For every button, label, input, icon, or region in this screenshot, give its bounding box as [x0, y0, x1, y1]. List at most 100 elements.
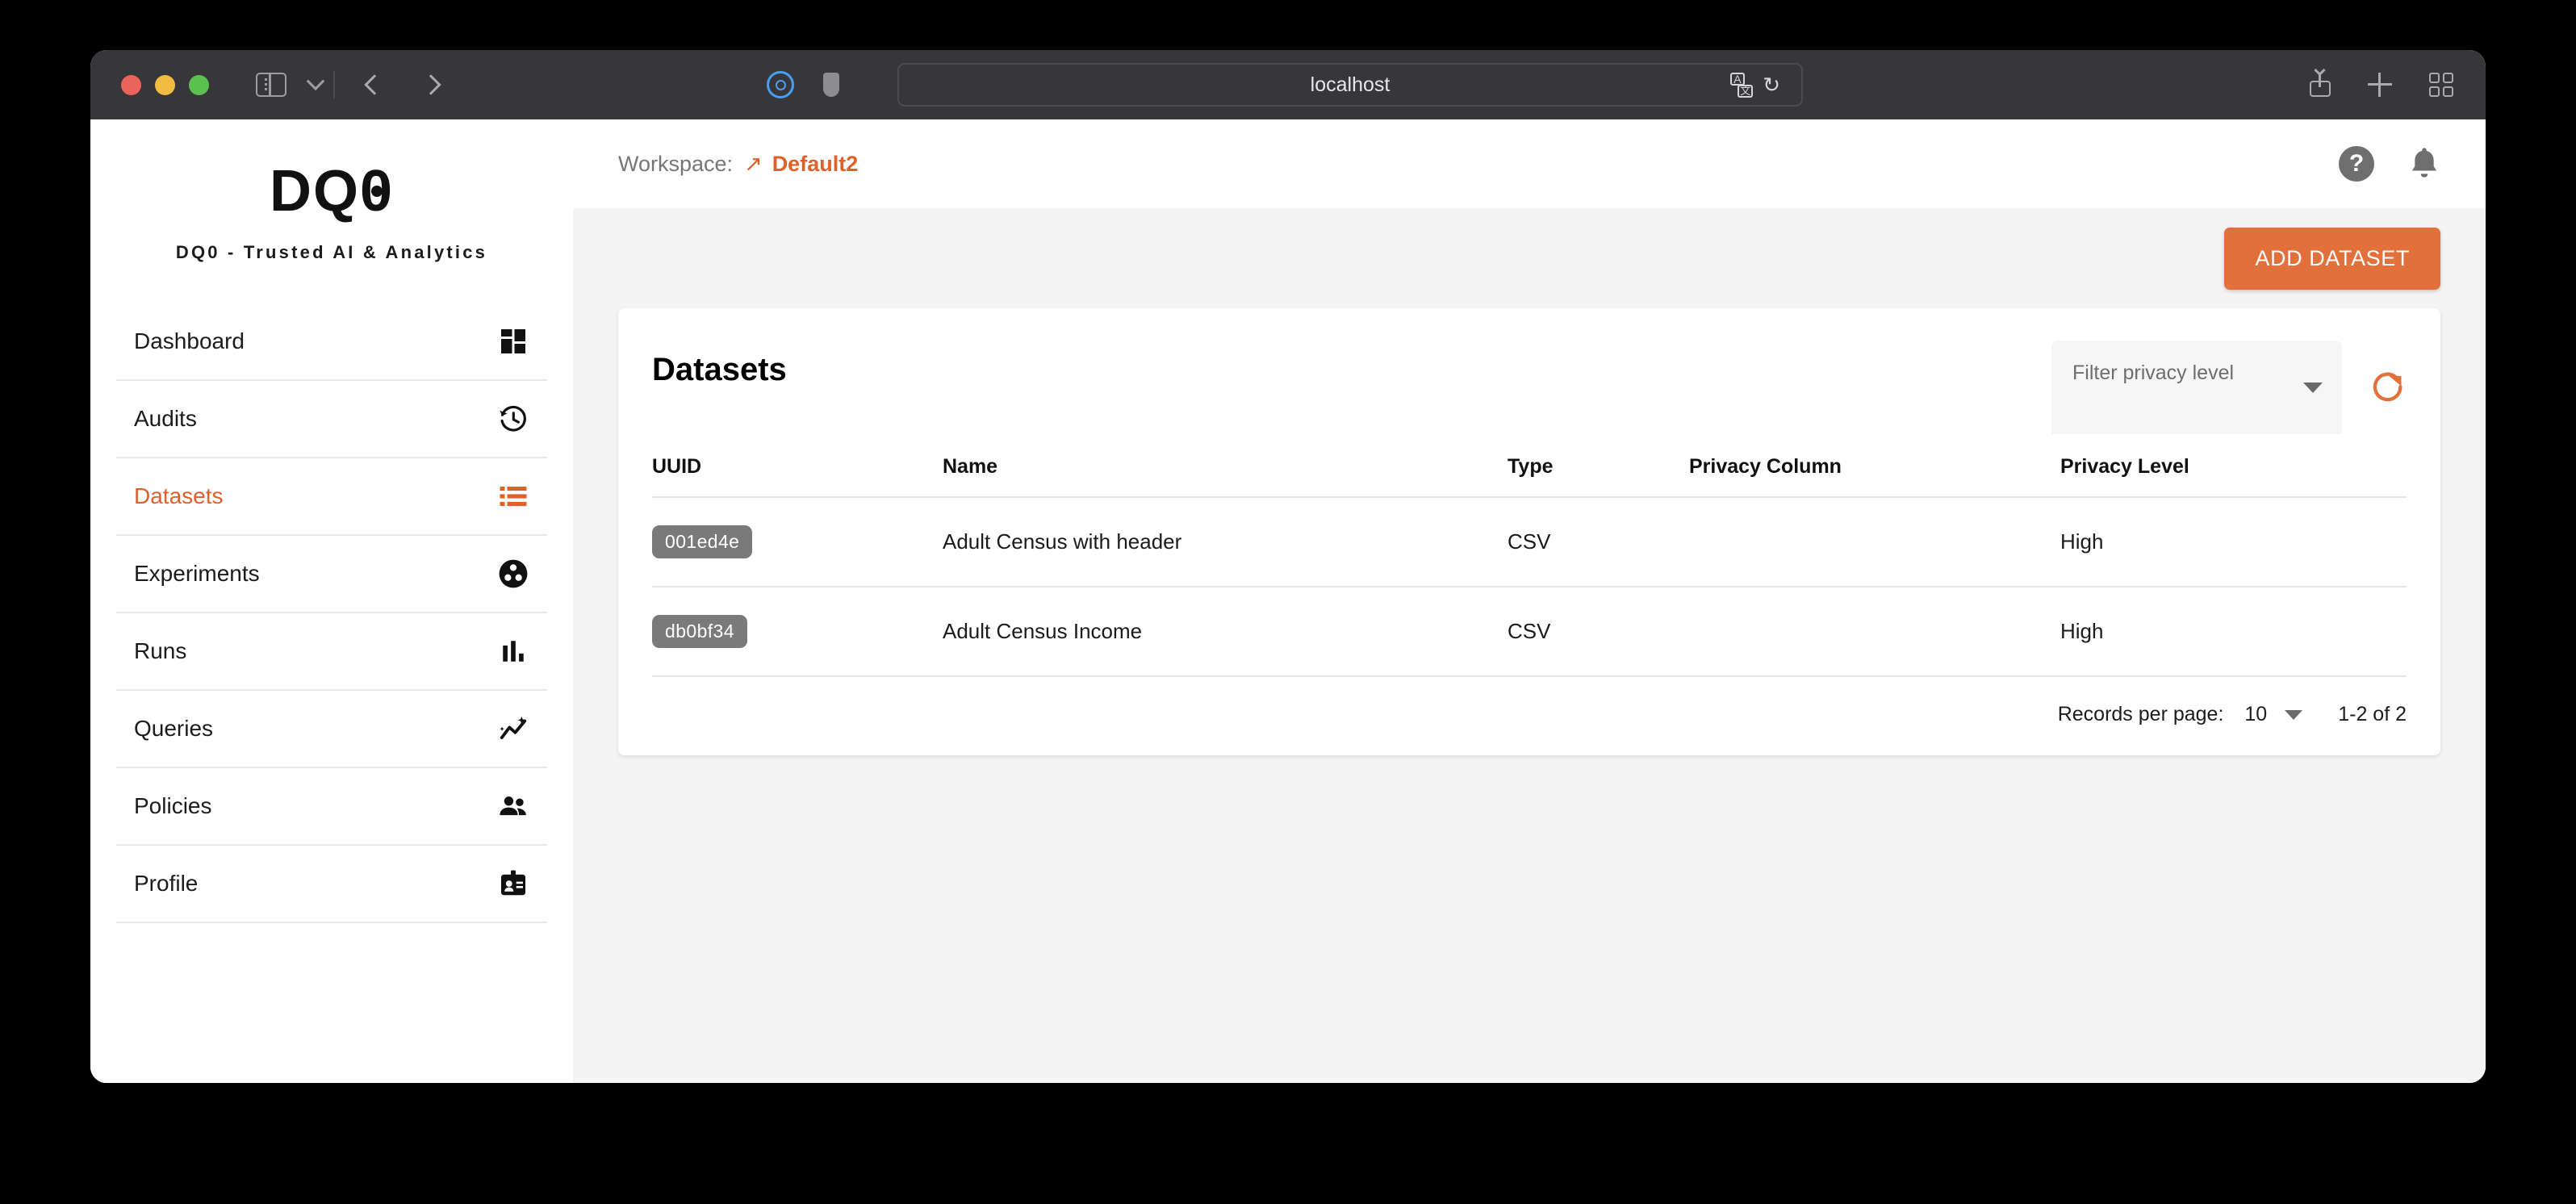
sidebar-item-experiments[interactable]: Experiments [116, 536, 547, 613]
page-content: ADD DATASET Datasets Filter privacy leve… [573, 208, 2486, 1083]
chevron-down-icon[interactable] [306, 72, 325, 91]
cell-uuid: db0bf34 [652, 587, 943, 677]
datasets-card: Datasets Filter privacy level UUID Name … [618, 308, 2440, 755]
minimize-window-button[interactable] [155, 74, 175, 95]
sidebar-nav: Dashboard Audits Datasets Experiments Ru… [90, 303, 573, 923]
plus-icon[interactable] [2368, 73, 2392, 97]
share-icon[interactable] [2310, 73, 2331, 97]
browser-nav-group [209, 71, 441, 98]
sidebar-item-audits[interactable]: Audits [116, 381, 547, 458]
browser-window: localhost ↻ DQ0 DQ0 - Trusted AI & Analy… [90, 50, 2486, 1083]
column-header-type: Type [1508, 455, 1689, 498]
sidebar: DQ0 DQ0 - Trusted AI & Analytics Dashboa… [90, 119, 573, 1083]
sidebar-item-label: Experiments [134, 561, 260, 586]
cell-name: Adult Census Income [943, 587, 1508, 677]
help-icon[interactable]: ? [2339, 146, 2374, 182]
table-row[interactable]: db0bf34 Adult Census Income CSV High [652, 587, 2407, 677]
column-header-name: Name [943, 455, 1508, 498]
sidebar-item-datasets[interactable]: Datasets [116, 458, 547, 536]
table-row[interactable]: 001ed4e Adult Census with header CSV Hig… [652, 497, 2407, 587]
workspace-name[interactable]: Default2 [772, 152, 859, 177]
workspace-label: Workspace: [618, 151, 734, 176]
dashboard-grid-icon [497, 325, 529, 357]
chevron-down-icon [2303, 383, 2323, 393]
sidebar-item-label: Runs [134, 638, 187, 663]
datasets-table: UUID Name Type Privacy Column Privacy Le… [652, 455, 2407, 677]
app-topbar: Workspace: ↗ Default2 ? [573, 119, 2486, 208]
records-per-page-select[interactable]: 10 [2244, 703, 2303, 726]
main-area: Workspace: ↗ Default2 ? ADD DATASET Data… [573, 119, 2486, 1083]
column-header-uuid: UUID [652, 455, 943, 498]
column-header-privacy-column: Privacy Column [1689, 455, 2060, 498]
sidebar-item-queries[interactable]: Queries [116, 691, 547, 768]
cell-type: CSV [1508, 497, 1689, 587]
records-per-page-label: Records per page: [2057, 703, 2224, 725]
cell-name: Adult Census with header [943, 497, 1508, 587]
browser-toolbar-right [2310, 73, 2453, 97]
uuid-chip[interactable]: db0bf34 [652, 615, 747, 648]
sidebar-item-label: Dashboard [134, 328, 245, 353]
card-header-actions: Filter privacy level [2051, 341, 2407, 434]
cell-privacy-column [1689, 497, 2060, 587]
maximize-window-button[interactable] [189, 74, 209, 95]
trend-sparkle-icon [497, 713, 529, 745]
experiment-dots-icon [497, 558, 529, 590]
app-logo: DQ0 [269, 159, 395, 224]
sidebar-item-label: Audits [134, 406, 197, 431]
sidebar-item-profile[interactable]: Profile [116, 846, 547, 923]
page-actions: ADD DATASET [618, 208, 2440, 308]
reader-mode-icon[interactable] [767, 71, 794, 98]
address-bar-text: localhost [1310, 73, 1390, 96]
browser-titlebar: localhost ↻ [90, 50, 2486, 119]
pagination: Records per page: 10 1-2 of 2 [652, 677, 2407, 731]
workspace-arrow-icon: ↗ [744, 151, 763, 176]
address-bar[interactable]: localhost ↻ [897, 63, 1803, 107]
notification-bell-icon[interactable] [2408, 146, 2440, 182]
back-arrow-icon[interactable] [364, 74, 385, 95]
sidebar-item-label: Datasets [134, 483, 224, 508]
cell-privacy-level: High [2060, 497, 2407, 587]
people-icon [497, 790, 529, 822]
card-header: Datasets Filter privacy level [652, 341, 2407, 434]
bar-chart-icon [497, 635, 529, 667]
translate-icon[interactable] [1730, 73, 1754, 98]
records-per-page-value: 10 [2244, 703, 2268, 725]
list-icon [497, 480, 529, 512]
app-container: DQ0 DQ0 - Trusted AI & Analytics Dashboa… [90, 119, 2486, 1083]
close-window-button[interactable] [121, 74, 141, 95]
toolbar-divider [333, 71, 335, 98]
add-dataset-button[interactable]: ADD DATASET [2224, 227, 2440, 290]
sidebar-item-label: Queries [134, 716, 214, 741]
refresh-icon[interactable] [2369, 369, 2407, 406]
topbar-actions: ? [2339, 146, 2440, 182]
window-traffic-lights [121, 74, 209, 95]
table-body: 001ed4e Adult Census with header CSV Hig… [652, 497, 2407, 677]
privacy-level-filter-select[interactable]: Filter privacy level [2051, 341, 2342, 434]
app-tagline: DQ0 - Trusted AI & Analytics [175, 242, 488, 262]
address-bar-actions: ↻ [1730, 73, 1780, 98]
cell-privacy-column [1689, 587, 2060, 677]
page-title: Datasets [652, 352, 787, 387]
sidebar-item-dashboard[interactable]: Dashboard [116, 303, 547, 381]
pagination-range: 1-2 of 2 [2338, 703, 2407, 725]
sidebar-item-runs[interactable]: Runs [116, 613, 547, 691]
table-header: UUID Name Type Privacy Column Privacy Le… [652, 455, 2407, 498]
sidebar-item-label: Policies [134, 793, 212, 818]
table-header-row: UUID Name Type Privacy Column Privacy Le… [652, 455, 2407, 498]
column-header-privacy-level: Privacy Level [2060, 455, 2407, 498]
cell-uuid: 001ed4e [652, 497, 943, 587]
sidebar-toggle-icon[interactable] [256, 73, 286, 97]
forward-arrow-icon[interactable] [420, 74, 441, 95]
id-badge-icon [497, 867, 529, 900]
sidebar-item-policies[interactable]: Policies [116, 768, 547, 846]
cell-privacy-level: High [2060, 587, 2407, 677]
sidebar-item-label: Profile [134, 871, 199, 896]
reload-icon[interactable]: ↻ [1763, 74, 1780, 95]
privacy-shield-icon[interactable] [823, 73, 839, 97]
history-clock-icon [497, 403, 529, 435]
chevron-down-icon [2285, 709, 2303, 720]
uuid-chip[interactable]: 001ed4e [652, 525, 753, 558]
logo-zero-glyph: 0 [359, 159, 395, 224]
privacy-level-filter-placeholder: Filter privacy level [2072, 362, 2235, 384]
tab-overview-icon[interactable] [2429, 73, 2453, 97]
